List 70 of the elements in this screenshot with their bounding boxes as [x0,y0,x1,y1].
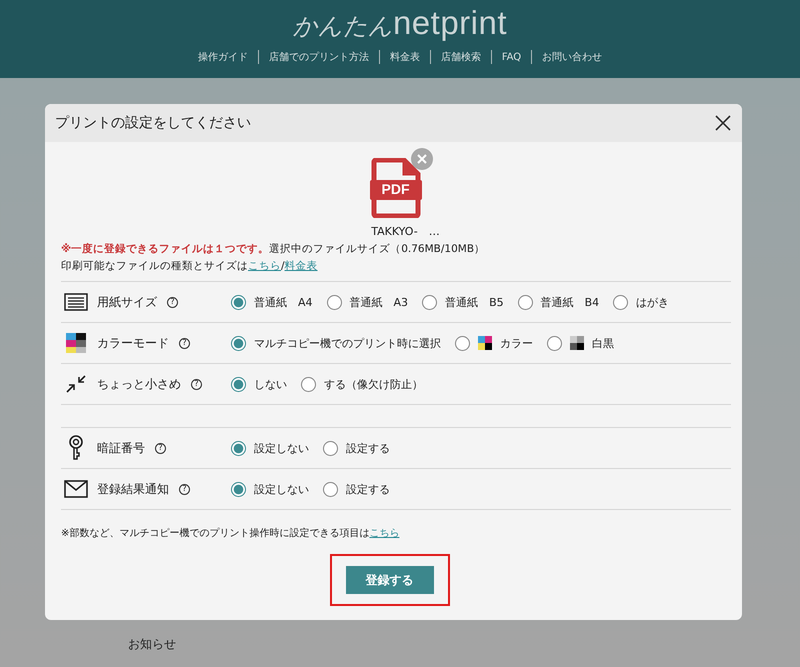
radio-button[interactable] [455,336,470,350]
radio-button[interactable] [323,440,338,456]
nav-link[interactable]: FAQ [492,52,532,62]
option-label: 設定しない [254,482,309,496]
nav-link[interactable]: 操作ガイド [188,50,258,64]
radio-button[interactable] [231,294,246,310]
option-label: 設定する [346,482,390,496]
close-button[interactable] [714,114,732,132]
nav-link[interactable]: お問い合わせ [532,50,612,64]
link[interactable]: 料金表 [284,260,318,272]
help-icon[interactable]: ? [167,296,178,308]
setting-label: 用紙サイズ [97,294,157,310]
option-label: 普通紙 A4 [254,294,313,310]
link[interactable]: こちら [369,528,400,539]
option-label: はがき [636,294,670,310]
nav-link[interactable]: 料金表 [380,50,430,64]
setting-label: カラーモード [97,334,169,352]
color-swatch-icon [478,336,492,350]
option-label: 普通紙 A3 [350,294,408,310]
shrink-arrows-icon [65,374,87,394]
file-size-text: 選択中のファイルサイズ（0.76MB/10MB） [269,243,486,255]
option-label: 普通紙 B5 [445,294,504,310]
close-icon [715,115,731,131]
radio-button[interactable] [547,336,562,350]
setting-label: 暗証番号 [97,440,145,456]
option-label: 設定する [346,440,390,456]
option-label: マルチコピー機でのプリント時に選択 [254,336,441,350]
nav-link[interactable]: 店舗検索 [430,50,491,64]
register-button[interactable]: 登録する [346,566,434,594]
grayscale-swatch-icon [570,336,584,350]
lined-paper-icon [64,293,88,311]
help-icon[interactable]: ? [191,378,202,390]
radio-button[interactable] [301,376,316,392]
radio-button[interactable] [323,482,338,496]
option-label: カラー [500,336,533,350]
footnote-text: ※部数など、マルチコピー機でのプリント操作時に設定できる項目は [61,528,370,539]
option-label: 設定しない [254,440,309,456]
radio-button[interactable] [613,294,628,310]
setting-label: 登録結果通知 [97,480,169,498]
radio-button[interactable] [231,336,246,350]
option-label: 普通紙 B4 [540,294,600,310]
info-text: 印刷可能なファイルの種類とサイズは [61,260,248,272]
close-icon [416,154,426,164]
color-grid-icon [66,333,86,353]
radio-button[interactable] [518,294,533,310]
remove-file-button[interactable] [410,148,432,170]
pdf-file-icon [370,158,422,218]
file-type-label: PDF [380,181,410,197]
section-heading: お知らせ [128,636,177,653]
radio-button[interactable] [326,294,342,310]
help-icon[interactable]: ? [179,484,190,494]
option-label: しない [254,376,287,392]
radio-button[interactable] [231,440,246,456]
radio-button[interactable] [231,376,246,392]
option-label: する（像欠け防止） [324,376,423,392]
help-icon[interactable]: ? [179,338,190,348]
option-label: 白黒 [592,336,614,350]
setting-label: ちょっと小さめ [97,376,181,392]
radio-button[interactable] [231,482,246,496]
radio-button[interactable] [422,294,438,310]
key-icon [68,435,84,461]
site-logo: かんたんnetprint [292,4,508,42]
link[interactable]: こちら [248,260,281,272]
warning-text: ※一度に登録できるファイルは１つです。 [61,243,270,255]
envelope-icon [64,480,88,498]
nav-link[interactable]: 店舗でのプリント方法 [258,50,379,64]
separator: / [281,260,285,272]
dialog-title: プリントの設定をしてください [55,114,251,132]
file-name: TAKKYO- … [371,224,440,239]
help-icon[interactable]: ? [155,442,166,454]
